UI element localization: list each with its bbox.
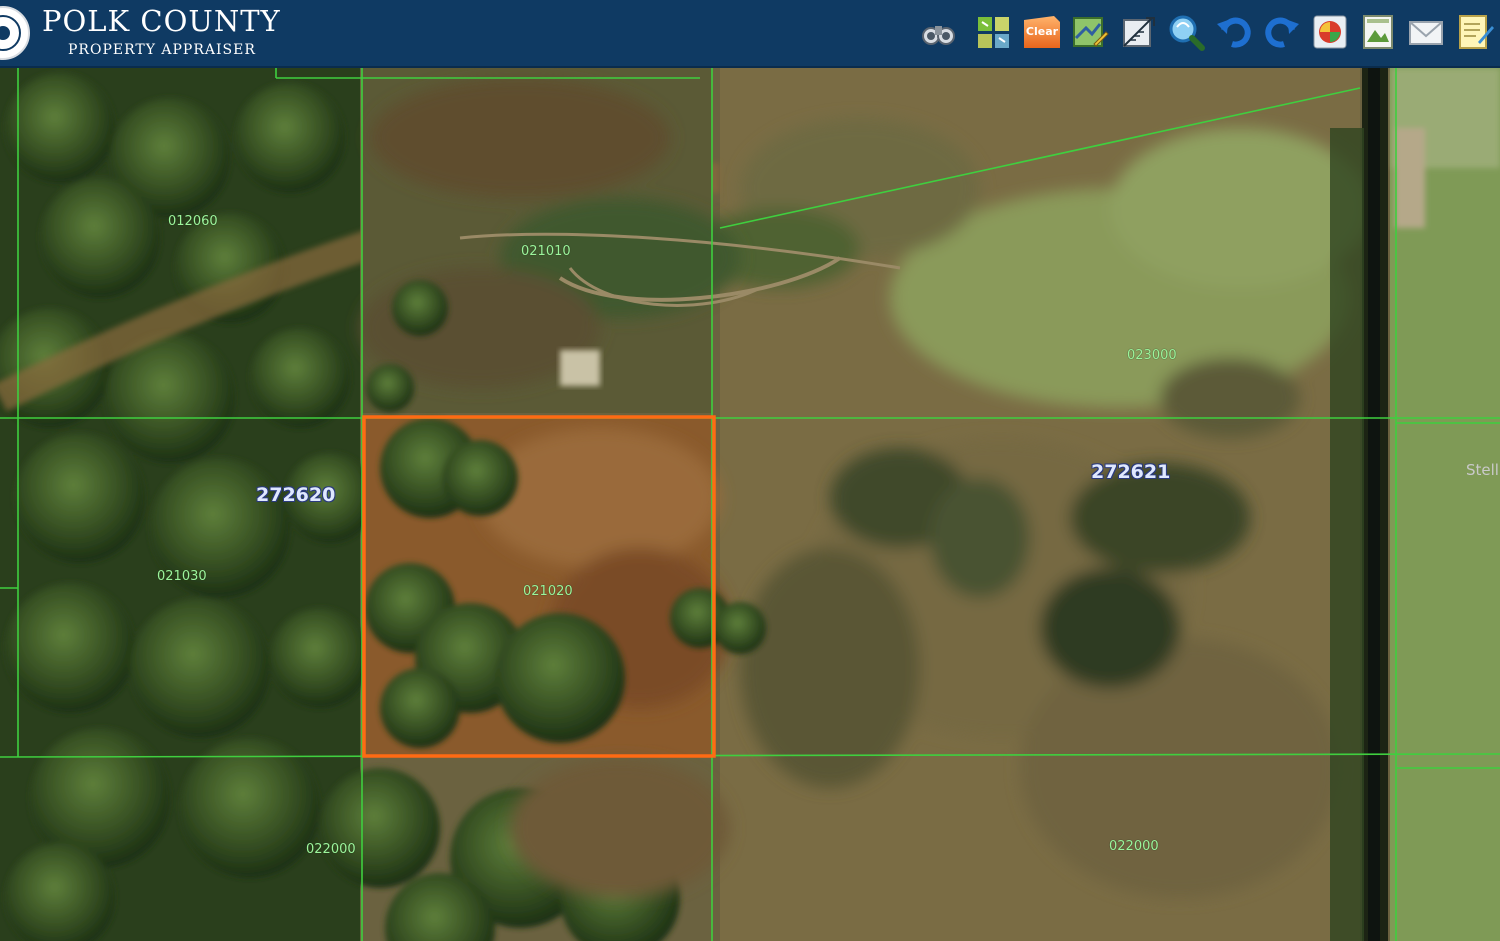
notepad-icon[interactable]	[1454, 12, 1494, 52]
aerial-imagery	[0, 68, 1500, 941]
county-seal-logo[interactable]	[0, 6, 30, 60]
parcel-label-west[interactable]: 021030	[157, 569, 207, 584]
binoculars-icon[interactable]	[918, 12, 958, 52]
parcel-label-selected[interactable]: 021020	[523, 584, 573, 599]
grid-icon[interactable]	[974, 12, 1014, 52]
clear-label: Clear	[1025, 25, 1059, 38]
clear-button[interactable]: Clear	[1022, 12, 1062, 52]
parcel-label-nw[interactable]: 012060	[168, 214, 218, 229]
parcel-label-se[interactable]: 022000	[1109, 839, 1159, 854]
mail-icon[interactable]	[1406, 12, 1446, 52]
zoom-icon[interactable]	[1166, 12, 1206, 52]
map-edit-icon[interactable]	[1070, 12, 1110, 52]
parcel-label-ne[interactable]: 023000	[1127, 348, 1177, 363]
street-label-fragment: Stell	[1466, 461, 1499, 479]
section-label-west: 272620	[256, 484, 336, 506]
parcel-label-south[interactable]: 022000	[306, 842, 356, 857]
aerial-map[interactable]: 012060 021010 023000 021030 021020 02200…	[0, 68, 1500, 941]
undo-icon[interactable]	[1214, 12, 1254, 52]
redo-icon[interactable]	[1262, 12, 1302, 52]
section-label-east: 272621	[1091, 461, 1171, 483]
header-title: POLK COUNTY	[42, 4, 281, 38]
header-subtitle: PROPERTY APPRAISER	[68, 42, 256, 58]
parcel-label-north[interactable]: 021010	[521, 244, 571, 259]
measure-icon[interactable]	[1118, 12, 1158, 52]
image-icon[interactable]	[1358, 12, 1398, 52]
palette-icon[interactable]	[1310, 12, 1350, 52]
header-bar: POLK COUNTY PROPERTY APPRAISER Clear	[0, 0, 1500, 68]
